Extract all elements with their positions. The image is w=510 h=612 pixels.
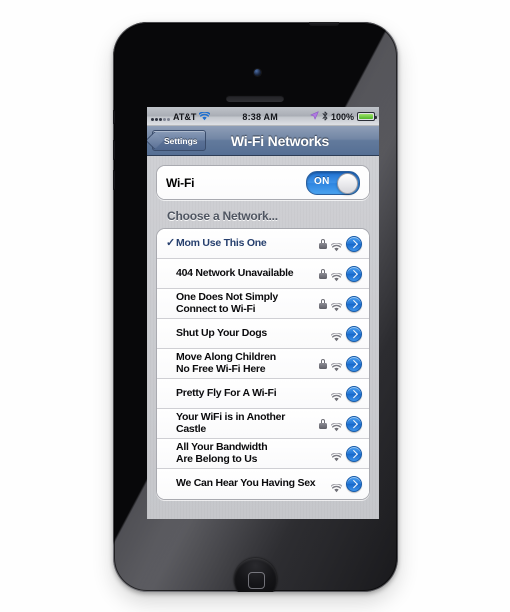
settings-content: Wi-Fi ON Choose a Network... ✓ Mom Use Th… [147, 156, 379, 519]
disclosure-chevron-icon[interactable] [346, 415, 362, 432]
network-row[interactable]: Pretty Fly For A Wi-Fi [157, 379, 369, 409]
network-row[interactable]: Your WiFi is in Another Castle [157, 409, 369, 439]
network-row-icons [327, 385, 362, 402]
clock: 8:38 AM [242, 111, 278, 122]
silent-switch[interactable] [113, 110, 115, 124]
volume-down-button[interactable] [113, 170, 115, 190]
disclosure-chevron-icon[interactable] [346, 355, 362, 372]
network-row-icons [315, 415, 362, 432]
carrier-label: AT&T [173, 111, 197, 122]
network-row-icons [327, 476, 362, 492]
network-name-label: Mom Use This One [176, 236, 267, 249]
wifi-toggle-row[interactable]: Wi-Fi ON [157, 166, 369, 199]
bluetooth-icon [322, 111, 328, 123]
wifi-signal-icon [330, 359, 343, 372]
lock-icon [319, 268, 327, 279]
wifi-signal-icon [330, 299, 343, 312]
volume-up-button[interactable] [113, 140, 115, 160]
status-bar: AT&T 8:38 AM 100% [147, 107, 379, 126]
wifi-toggle-group: Wi-Fi ON [156, 165, 370, 200]
lock-icon [319, 358, 327, 369]
wifi-signal-icon [330, 389, 343, 402]
wifi-toggle-state-label: ON [314, 175, 330, 187]
back-button-label: Settings [164, 135, 198, 146]
network-row[interactable]: One Does Not Simply Connect to Wi-Fi [157, 289, 369, 319]
power-button[interactable] [309, 22, 339, 26]
network-row-icons [315, 355, 362, 372]
back-button-settings[interactable]: Settings [152, 130, 206, 151]
location-arrow-icon [310, 111, 319, 122]
status-bar-left: AT&T [151, 111, 211, 122]
disclosure-chevron-icon[interactable] [346, 295, 362, 312]
wifi-toggle-knob[interactable] [337, 172, 358, 194]
network-row[interactable]: All Your Bandwidth Are Belong to Us [157, 439, 369, 469]
wifi-toggle-switch[interactable]: ON [306, 170, 360, 195]
network-name-label: Shut Up Your Dogs [176, 326, 268, 339]
home-square-icon [247, 571, 265, 589]
lock-icon [319, 418, 327, 429]
wifi-signal-icon [330, 329, 343, 342]
battery-percent-label: 100% [330, 111, 354, 122]
network-row-icons [327, 325, 362, 342]
signal-dots-icon [151, 113, 170, 121]
wifi-label: Wi-Fi [166, 175, 195, 190]
network-name-label: Your WiFi is in Another Castle [176, 411, 286, 435]
network-row-icons [315, 295, 362, 312]
disclosure-chevron-icon[interactable] [346, 476, 362, 492]
network-name-label: One Does Not Simply Connect to Wi-Fi [176, 291, 279, 315]
page-title-text: Wi-Fi Networks [230, 132, 330, 149]
network-name-label: We Can Hear You Having Sex [176, 477, 316, 490]
status-bar-right: 100% [310, 111, 377, 123]
network-row[interactable]: ✓ Mom Use This One [157, 229, 369, 259]
wifi-icon [199, 112, 211, 121]
network-row-icons [315, 265, 362, 282]
network-name-label: 404 Network Unavailable [176, 266, 294, 279]
wifi-signal-icon [330, 239, 343, 252]
network-name-label: Move Along Children No Free Wi-Fi Here [176, 351, 276, 375]
phone-screen: AT&T 8:38 AM 100% Settings Wi-Fi Network… [147, 107, 379, 519]
wifi-signal-icon [330, 269, 343, 282]
choose-network-header: Choose a Network... [167, 209, 278, 223]
network-row[interactable]: Shut Up Your Dogs [157, 319, 369, 349]
network-list: ✓ Mom Use This One 404 Network Unavailable… [156, 228, 370, 500]
disclosure-chevron-icon[interactable] [346, 265, 362, 282]
connected-checkmark-icon: ✓ [166, 237, 176, 249]
wifi-signal-icon [330, 419, 343, 432]
disclosure-chevron-icon[interactable] [346, 385, 362, 402]
front-camera-icon [254, 69, 261, 76]
wifi-signal-icon [330, 449, 343, 462]
wifi-signal-icon [330, 480, 343, 492]
network-row[interactable]: 404 Network Unavailable [157, 259, 369, 289]
navigation-bar: Settings Wi-Fi Networks [147, 126, 379, 156]
disclosure-chevron-icon[interactable] [346, 445, 362, 462]
network-name-label: Pretty Fly For A Wi-Fi [176, 386, 277, 399]
disclosure-chevron-icon[interactable] [346, 235, 362, 252]
battery-full-icon [357, 112, 377, 121]
network-row[interactable]: Move Along Children No Free Wi-Fi Here [157, 349, 369, 379]
disclosure-chevron-icon[interactable] [346, 325, 362, 342]
network-row-icons [327, 445, 362, 462]
lock-icon [319, 298, 327, 309]
network-row[interactable]: We Can Hear You Having Sex [157, 469, 369, 499]
network-name-label: All Your Bandwidth Are Belong to Us [176, 441, 268, 465]
earpiece-speaker [226, 95, 284, 102]
network-row-icons [315, 235, 362, 252]
lock-icon [319, 238, 327, 249]
iphone-device: AT&T 8:38 AM 100% Settings Wi-Fi Network… [113, 22, 398, 592]
